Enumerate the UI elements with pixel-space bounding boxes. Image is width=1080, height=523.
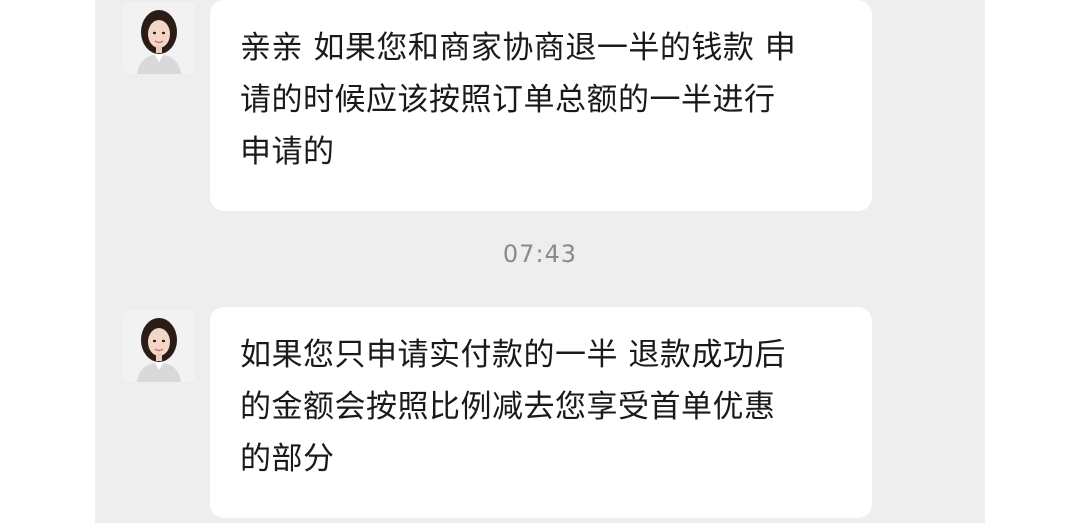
message-text-line: 如果您只申请实付款的一半 退款成功后 xyxy=(240,337,786,373)
message-text-line: 申请的 xyxy=(240,134,335,170)
message-timestamp: 07:43 xyxy=(502,240,578,268)
customer-service-avatar-icon xyxy=(123,2,195,74)
message-bubble[interactable]: 亲亲 如果您和商家协商退一半的钱款 申 请的时候应该按照订单总额的一半进行 申请… xyxy=(210,0,872,211)
message-text-line: 亲亲 如果您和商家协商退一半的钱款 申 xyxy=(240,30,797,66)
customer-service-avatar-icon xyxy=(123,310,195,382)
agent-avatar[interactable] xyxy=(123,2,195,74)
message-text-line: 请的时候应该按照订单总额的一半进行 xyxy=(240,82,776,118)
message-text-line: 的金额会按照比例减去您享受首单优惠 xyxy=(240,389,776,425)
message-text-line: 的部分 xyxy=(240,441,335,477)
message-bubble[interactable]: 如果您只申请实付款的一半 退款成功后 的金额会按照比例减去您享受首单优惠 的部分 xyxy=(210,307,872,518)
chat-conversation: 亲亲 如果您和商家协商退一半的钱款 申 请的时候应该按照订单总额的一半进行 申请… xyxy=(95,0,985,523)
agent-avatar[interactable] xyxy=(123,310,195,382)
